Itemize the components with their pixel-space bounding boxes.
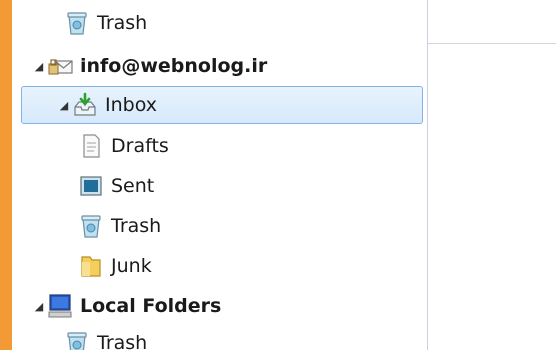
account-item-local-folders[interactable]: ◢ Local Folders <box>12 286 427 326</box>
divider <box>428 43 556 44</box>
folder-label: Trash <box>97 331 148 350</box>
expand-triangle-icon[interactable]: ◢ <box>32 299 46 313</box>
folder-label: Trash <box>111 214 162 237</box>
folder-item-drafts[interactable]: Drafts <box>12 126 427 166</box>
folder-item-junk[interactable]: Junk <box>12 246 427 286</box>
sent-icon <box>78 173 104 199</box>
folder-label: Trash <box>97 11 148 34</box>
expand-triangle-icon[interactable]: ◢ <box>57 98 71 112</box>
folder-item-trash[interactable]: Trash <box>12 3 427 43</box>
local-folders-icon <box>47 293 73 319</box>
trash-icon <box>64 10 90 36</box>
inbox-icon <box>72 92 98 118</box>
folder-label: Sent <box>111 174 155 197</box>
account-item-info-webnolog[interactable]: ◢ info@webnolog.ir <box>12 46 427 86</box>
expand-triangle-icon[interactable]: ◢ <box>32 59 46 73</box>
folder-item-trash[interactable]: Trash <box>12 206 427 246</box>
mail-account-icon <box>47 53 73 79</box>
drafts-icon <box>78 133 104 159</box>
folder-pane: Trash ◢ info@webnolog.ir ◢ Inbox Drafts … <box>12 0 428 350</box>
accent-bar <box>0 0 12 350</box>
folder-label: Inbox <box>105 93 157 116</box>
account-label: info@webnolog.ir <box>80 54 268 77</box>
folder-item-inbox[interactable]: ◢ Inbox <box>21 86 423 124</box>
junk-folder-icon <box>78 253 104 279</box>
folder-label: Drafts <box>111 134 169 157</box>
folder-item-sent[interactable]: Sent <box>12 166 427 206</box>
trash-icon <box>64 330 90 350</box>
folder-item-trash[interactable]: Trash <box>12 323 427 350</box>
account-label: Local Folders <box>80 294 222 317</box>
folder-label: Junk <box>111 254 152 277</box>
trash-icon <box>78 213 104 239</box>
